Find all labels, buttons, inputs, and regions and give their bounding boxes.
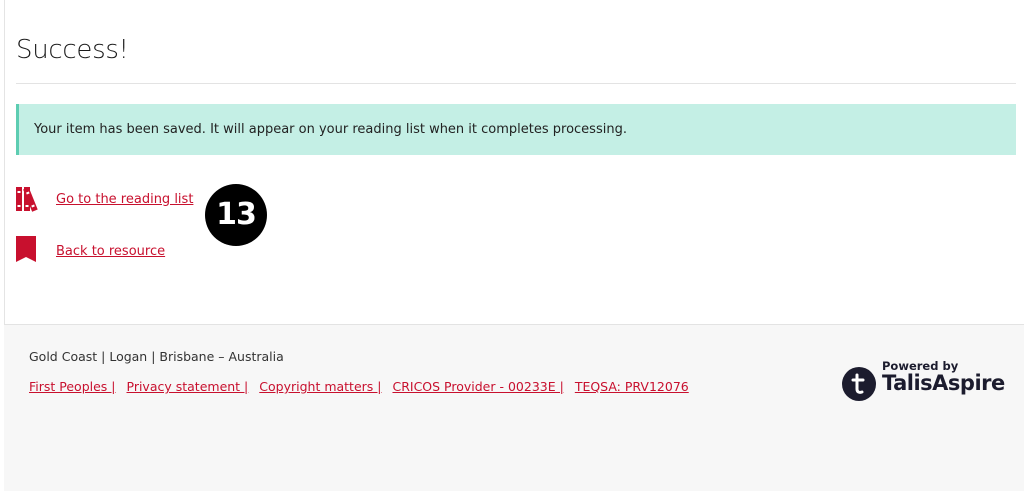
talis-aspire-brand: TalisAspire — [882, 371, 1005, 395]
cricos-provider-link[interactable]: CRICOS Provider - 00233E | — [392, 379, 563, 394]
teqsa-link[interactable]: TEQSA: PRV12076 — [575, 379, 689, 394]
page-title: Success! — [16, 35, 129, 65]
talis-logo-icon — [842, 367, 876, 401]
title-divider — [16, 83, 1016, 84]
alert-message: Your item has been saved. It will appear… — [34, 122, 627, 137]
privacy-statement-link[interactable]: Privacy statement | — [127, 379, 249, 394]
footer-location: Gold Coast | Logan | Brisbane – Australi… — [29, 349, 284, 364]
books-icon[interactable] — [16, 184, 46, 214]
back-to-resource-link[interactable]: Back to resource — [56, 244, 165, 259]
copyright-matters-link[interactable]: Copyright matters | — [259, 379, 381, 394]
first-peoples-link[interactable]: First Peoples | — [29, 379, 116, 394]
back-to-resource-action: Back to resource — [16, 236, 165, 266]
reading-list-action: Go to the reading list — [16, 184, 193, 214]
success-alert: Your item has been saved. It will appear… — [16, 104, 1016, 155]
step-number-badge: 13 — [205, 184, 267, 246]
bookmark-icon[interactable] — [16, 236, 46, 266]
page-footer: Gold Coast | Logan | Brisbane – Australi… — [4, 324, 1024, 491]
page-left-border — [4, 0, 5, 325]
go-to-reading-list-link[interactable]: Go to the reading list — [56, 192, 193, 207]
powered-by-talis[interactable]: Powered by TalisAspire — [842, 359, 1005, 403]
footer-links: First Peoples | Privacy statement | Copy… — [29, 379, 696, 394]
